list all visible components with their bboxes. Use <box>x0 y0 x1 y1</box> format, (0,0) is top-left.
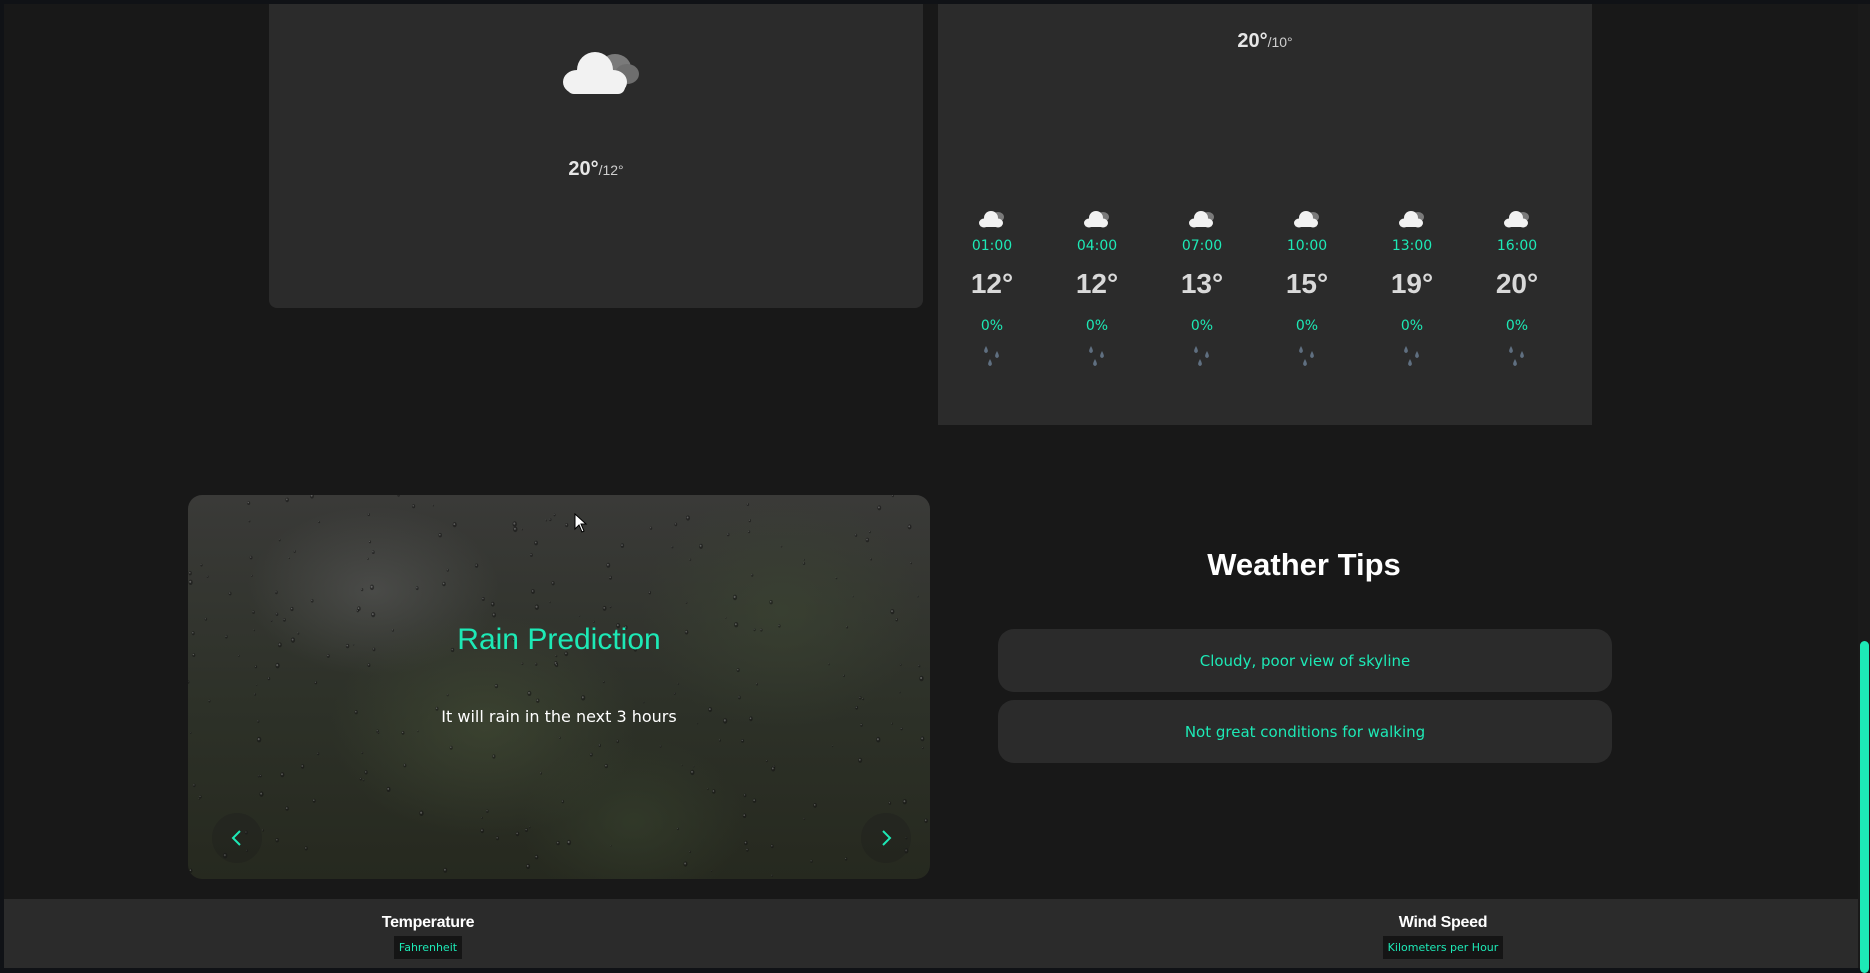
hour-temperature: 12° <box>1057 268 1137 300</box>
hourly-forecast-item: 04:00 12° 0% <box>1057 208 1137 370</box>
precipitation-chance: 0% <box>1267 318 1347 334</box>
high-temperature: 20° <box>1237 30 1267 52</box>
low-temperature: /10° <box>1268 34 1293 50</box>
scrollbar-thumb[interactable] <box>1860 641 1869 973</box>
daily-forecast-card: 20°/12° <box>269 4 923 308</box>
temperature-unit-toggle[interactable]: Fahrenheit <box>394 936 462 959</box>
hour-temperature: 12° <box>952 268 1032 300</box>
hourly-forecast-card: 20°/10° 01:0012°0%04:0012°0%07:0013°0%10… <box>938 4 1592 425</box>
cloud-icon <box>555 42 645 106</box>
cloud-icon <box>952 208 1032 232</box>
carousel-next-button[interactable] <box>861 813 911 863</box>
hour-temperature: 19° <box>1372 268 1452 300</box>
rain-prediction-carousel: Rain Prediction It will rain in the next… <box>188 495 930 879</box>
hour-time: 04:00 <box>1057 238 1137 254</box>
raindrops-icon <box>1267 344 1347 370</box>
wind-unit-setting: Wind Speed Kilometers per Hour <box>1343 914 1543 959</box>
cloud-icon <box>1057 208 1137 232</box>
hourly-forecast-item: 16:00 20° 0% <box>1477 208 1557 370</box>
raindrops-icon <box>1477 344 1557 370</box>
hour-time: 01:00 <box>952 238 1032 254</box>
page-viewport: 20°/12° 20°/10° 01:0012°0%04:0012°0%07:0… <box>4 4 1858 968</box>
hour-temperature: 13° <box>1162 268 1242 300</box>
hourly-temperature-range: 20°/10° <box>938 30 1592 53</box>
temperature-unit-setting: Temperature Fahrenheit <box>328 914 528 959</box>
high-temperature: 20° <box>568 158 598 180</box>
mouse-cursor-icon <box>574 513 588 533</box>
precipitation-chance: 0% <box>952 318 1032 334</box>
scrollbar[interactable] <box>1858 4 1870 968</box>
daily-temperature-range: 20°/12° <box>269 158 923 181</box>
hour-temperature: 20° <box>1477 268 1557 300</box>
hour-time: 16:00 <box>1477 238 1557 254</box>
precipitation-chance: 0% <box>1372 318 1452 334</box>
weather-tip-item: Cloudy, poor view of skyline <box>998 629 1612 692</box>
cloud-icon <box>1267 208 1347 232</box>
chevron-left-icon <box>230 829 244 847</box>
chevron-right-icon <box>879 829 893 847</box>
hourly-forecast-item: 01:00 12° 0% <box>952 208 1032 370</box>
cloud-icon <box>1477 208 1557 232</box>
wind-unit-toggle[interactable]: Kilometers per Hour <box>1383 936 1504 959</box>
carousel-subtitle: It will rain in the next 3 hours <box>188 707 930 726</box>
rain-window-image <box>188 495 930 879</box>
raindrops-icon <box>952 344 1032 370</box>
cloud-icon <box>1372 208 1452 232</box>
hourly-forecast-item: 07:00 13° 0% <box>1162 208 1242 370</box>
carousel-prev-button[interactable] <box>212 813 262 863</box>
temperature-label: Temperature <box>328 914 528 932</box>
units-footer: Temperature Fahrenheit Wind Speed Kilome… <box>4 899 1858 968</box>
wind-speed-label: Wind Speed <box>1343 914 1543 932</box>
cloud-icon <box>1162 208 1242 232</box>
hour-time: 07:00 <box>1162 238 1242 254</box>
raindrops-icon <box>1057 344 1137 370</box>
raindrops-icon <box>1372 344 1452 370</box>
hour-time: 13:00 <box>1372 238 1452 254</box>
hour-time: 10:00 <box>1267 238 1347 254</box>
precipitation-chance: 0% <box>1057 318 1137 334</box>
precipitation-chance: 0% <box>1477 318 1557 334</box>
carousel-title: Rain Prediction <box>188 623 930 657</box>
hourly-forecast-item: 13:00 19° 0% <box>1372 208 1452 370</box>
hour-temperature: 15° <box>1267 268 1347 300</box>
raindrops-icon <box>1162 344 1242 370</box>
weather-tips-heading: Weather Tips <box>994 547 1614 583</box>
hourly-forecast-item: 10:00 15° 0% <box>1267 208 1347 370</box>
low-temperature: /12° <box>599 162 624 178</box>
weather-tip-item: Not great conditions for walking <box>998 700 1612 763</box>
precipitation-chance: 0% <box>1162 318 1242 334</box>
